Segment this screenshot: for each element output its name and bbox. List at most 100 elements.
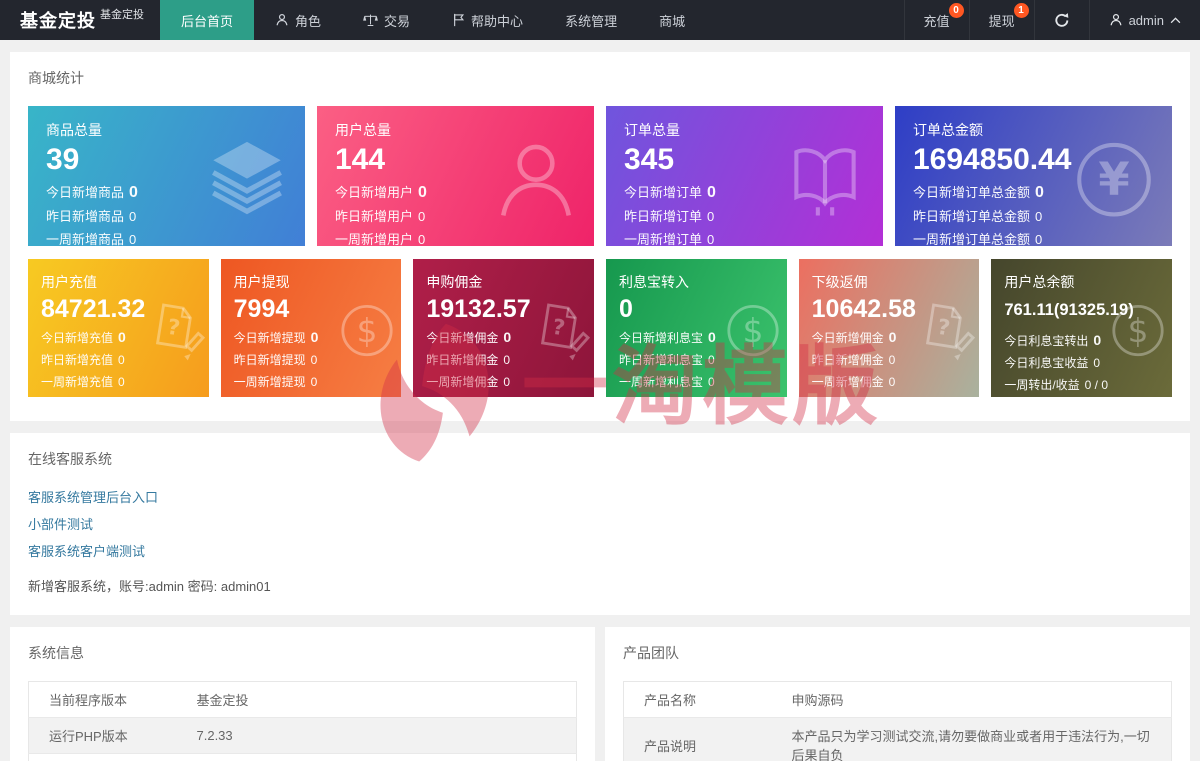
recharge-button[interactable]: 充值 0 (903, 0, 969, 40)
navbar-right: 充值 0 提现 1 admin (903, 0, 1200, 40)
stat-card-user-recharge: 用户充值 84721.32 今日新增充值 0 昨日新增充值 0 一周新增充值 0? (28, 259, 209, 397)
service-note: 新增客服系统，账号:admin 密码: admin01 (28, 579, 271, 594)
system-info-table: 当前程序版本基金定投运行PHP版本7.2.33ThinkPHP版本5.1.38 … (28, 681, 577, 761)
system-info-panel: 系统信息 当前程序版本基金定投运行PHP版本7.2.33ThinkPHP版本5.… (10, 627, 595, 761)
stat-line-label: 一周新增订单 (624, 232, 703, 246)
svg-text:?: ? (165, 315, 181, 342)
mall-stats-panel: 商城统计 商品总量 39 今日新增商品 0 昨日新增商品 0 一周新增商品 0 用户总量 144 今… (10, 52, 1190, 421)
small-stat-cards: 用户充值 84721.32 今日新增充值 0 昨日新增充值 0 一周新增充值 0? 用户提现 79… (28, 259, 1172, 397)
svg-text:$: $ (1128, 312, 1149, 350)
service-links: 客服系统管理后台入口 小部件测试客服系统客户端测试 (28, 487, 1172, 560)
service-panel: 在线客服系统 客服系统管理后台入口 小部件测试 客服系统客户端测试 新增客服系统，账… (10, 433, 1190, 615)
dollar-icon: $ (721, 299, 785, 363)
row-value: 本产品只为学习测试交流,请勿要做商业或者用于违法行为,一切后果自负 (781, 717, 1172, 761)
stat-card-order-amount: 订单总金额 1694850.44 今日新增订单总金额 0 昨日新增订单总金额 0 一周新增订… (895, 106, 1172, 246)
app-logo: 基金定投 基金定投 (0, 0, 160, 40)
stat-card-user-withdraw: 用户提现 7994 今日新增提现 0 昨日新增提现 0 一周新增提现 0 $ (220, 259, 402, 397)
stat-line-label: 一周新增利息宝 (619, 375, 704, 389)
stat-line-value: 0 (418, 184, 427, 201)
stat-line-label: 今日新增提现 (233, 331, 306, 345)
refresh-button[interactable] (1033, 0, 1089, 40)
stat-line-label: 一周新增充值 (41, 375, 114, 389)
nav-item-help[interactable]: 帮助中心 (431, 0, 544, 40)
refresh-icon (1054, 12, 1070, 28)
stat-card-title: 下级返佣 (811, 274, 868, 290)
stat-card-line: 一周新增佣金 0 (812, 373, 967, 390)
product-team-table: 产品名称 申购源码 产品说明 本产品只为学习测试交流,请勿要做商业或者用于违法行为,一… (623, 681, 1172, 761)
stat-line-value: 0 (888, 375, 896, 389)
stat-line-label: 昨日新增用户 (335, 209, 414, 224)
svg-text:$: $ (742, 312, 763, 350)
dollar-icon: $ (335, 299, 399, 363)
stat-card-title: 用户提现 (233, 274, 290, 290)
recharge-badge: 0 (948, 3, 964, 18)
service-link-3[interactable]: 客服系统客户端测试 (28, 541, 1172, 560)
person-icon (490, 134, 582, 226)
stat-line-label: 一周新增商品 (46, 232, 125, 246)
stat-line-label: 今日利息宝转出 (1004, 334, 1089, 348)
nav-item-system[interactable]: 系统管理 (544, 0, 638, 40)
stat-line-label: 昨日新增商品 (46, 209, 125, 224)
flag-icon (452, 13, 465, 27)
stat-line-label: 昨日新增提现 (233, 353, 306, 367)
table-row: 产品名称 申购源码 (623, 681, 1172, 718)
top-navbar: 基金定投 基金定投 后台首页 角色 交易 帮助中心 系统管理 商城 充值 0 提现 1 (0, 0, 1200, 40)
stat-line-label: 一周新增佣金 (811, 375, 884, 389)
stat-line-value: 0 (708, 375, 715, 389)
stat-line-value: 0 / 0 (1084, 378, 1109, 392)
stat-line-label: 一周转出/收益 (1004, 378, 1080, 392)
stat-card-title: 用户总余额 (1004, 274, 1075, 290)
stat-line-label: 今日新增利息宝 (619, 331, 704, 345)
stat-line-label: 昨日新增充值 (41, 353, 114, 367)
doc-icon: ? (143, 299, 207, 363)
stat-line-value: 0 (708, 353, 715, 367)
nav-item-role[interactable]: 角色 (254, 0, 342, 40)
user-icon (1109, 13, 1123, 27)
stat-card-purchase-commission: 申购佣金 19132.57 今日新增佣金 0 昨日新增佣金 0 一周新增佣金 0? (413, 259, 594, 397)
row-label: 运行PHP版本 (28, 717, 187, 754)
chevron-up-icon (1170, 16, 1181, 24)
app-subtitle: 基金定投 (100, 9, 144, 21)
nav-item-mall[interactable]: 商城 (638, 0, 706, 40)
mall-stats-title: 商城统计 (28, 70, 84, 86)
stat-line-value: 0 (1035, 209, 1043, 224)
stat-card-line: 一周新增商品 0 (46, 229, 287, 246)
stat-line-label: 昨日新增佣金 (426, 353, 499, 367)
stat-line-label: 昨日新增利息宝 (619, 353, 704, 367)
yen-icon: ¥ (1068, 134, 1160, 226)
dollar-icon: $ (1106, 299, 1170, 363)
stat-line-value: 0 (707, 232, 715, 246)
row-value: 基金定投 (186, 681, 577, 718)
stat-line-value: 0 (310, 353, 318, 367)
stat-card-line: 一周新增充值 0 (41, 373, 196, 390)
stat-line-label: 今日新增充值 (41, 331, 114, 345)
scales-icon (363, 13, 378, 27)
withdraw-label: 提现 (988, 13, 1015, 29)
stat-line-value: 0 (310, 375, 318, 389)
withdraw-button[interactable]: 提现 1 (968, 0, 1034, 40)
row-value: 申购源码 (781, 681, 1172, 718)
stat-line-value: 0 (707, 209, 715, 224)
stat-card-line: 一周转出/收益 0 / 0 (1004, 376, 1159, 393)
svg-text:¥: ¥ (1098, 153, 1129, 206)
admin-menu[interactable]: admin (1088, 0, 1200, 40)
stat-line-value: 0 (310, 329, 319, 345)
nav-item-trade[interactable]: 交易 (342, 0, 431, 40)
stat-card-users-total: 用户总量 144 今日新增用户 0 昨日新增用户 0 一周新增用户 0 (317, 106, 594, 246)
recharge-label: 充值 (923, 13, 950, 29)
stat-line-label: 昨日新增订单总金额 (913, 209, 1031, 224)
layers-icon (201, 134, 293, 226)
stat-line-value: 0 (129, 184, 138, 201)
stat-card-line: 一周新增佣金 0 (426, 373, 581, 390)
doc-icon: ? (528, 299, 592, 363)
system-info-title: 系统信息 (28, 645, 84, 661)
nav-item-home[interactable]: 后台首页 (160, 0, 255, 40)
service-link-1[interactable]: 客服系统管理后台入口 (28, 487, 1172, 506)
row-label: 当前程序版本 (28, 681, 187, 718)
admin-name: admin (1128, 12, 1164, 28)
stat-line-label: 一周新增订单总金额 (913, 232, 1031, 246)
stat-card-title: 用户充值 (41, 274, 97, 290)
service-link-2[interactable]: 小部件测试 (28, 514, 1172, 533)
nav-item-label: 角色 (295, 13, 322, 29)
stat-line-value: 0 (888, 329, 897, 345)
